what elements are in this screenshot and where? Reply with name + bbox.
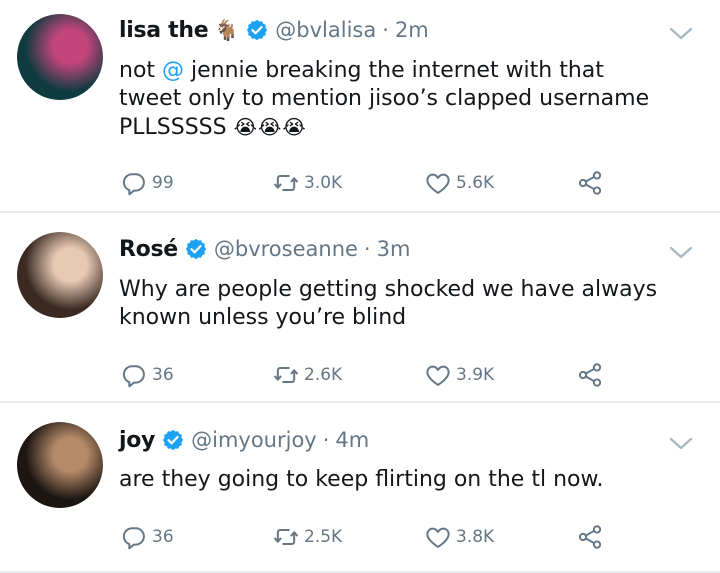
verified-badge-icon: [247, 19, 268, 41]
separator-dot: ·: [382, 18, 389, 42]
user-handle[interactable]: @bvroseanne: [214, 237, 358, 261]
retweet-button[interactable]: 2.6K: [272, 361, 342, 389]
share-icon: [578, 363, 602, 387]
tweet-text: not @ jennie breaking the internet with …: [119, 57, 679, 142]
heart-icon: [426, 173, 450, 194]
tweet-text-line: tweet only to mention jisoo’s clapped us…: [119, 85, 679, 113]
text-segment: are they going to keep flirting on the t…: [119, 467, 604, 492]
tweet-text: Why are people getting shocked we have a…: [119, 276, 679, 332]
chevron-down-icon: [669, 27, 693, 40]
timestamp[interactable]: 3m: [377, 237, 411, 261]
text-segment: Why are people getting shocked we have a…: [119, 277, 658, 302]
timestamp[interactable]: 2m: [395, 18, 429, 42]
retweets-count: 2.6K: [304, 365, 343, 385]
like-button[interactable]: 3.9K: [424, 361, 494, 389]
replies-count: 36: [152, 365, 174, 385]
heart-icon: [426, 365, 450, 386]
retweet-button[interactable]: 2.5K: [272, 523, 342, 551]
tweet-menu-button[interactable]: [668, 434, 694, 454]
display-name[interactable]: Rosé: [119, 237, 178, 262]
reply-icon: [122, 365, 145, 388]
avatar[interactable]: [17, 232, 103, 318]
replies-count: 99: [152, 173, 174, 193]
retweets-count: 3.0K: [304, 173, 343, 193]
likes-count: 5.6K: [456, 173, 495, 193]
tweet-header: lisa the 🐐 @bvlalisa · 2m: [119, 15, 429, 45]
avatar[interactable]: [17, 422, 103, 508]
verified-badge-icon: [162, 429, 184, 451]
display-name[interactable]: lisa the: [119, 18, 209, 43]
share-icon: [578, 525, 602, 549]
user-handle[interactable]: @imyourjoy: [191, 428, 317, 452]
emoji-group: 😭😭😭: [233, 115, 307, 139]
tweet-card[interactable]: joy @imyourjoy · 4m are they going to keep …: [0, 403, 720, 573]
verified-badge-icon: [245, 18, 269, 42]
chevron-down-icon: [669, 246, 693, 259]
timestamp[interactable]: 4m: [335, 428, 369, 452]
retweet-button[interactable]: 3.0K: [272, 169, 342, 197]
user-handle[interactable]: @bvlalisa: [275, 18, 376, 42]
reply-icon: [122, 527, 145, 550]
separator-dot: ·: [322, 428, 330, 452]
tweet-text-line: are they going to keep flirting on the t…: [119, 466, 679, 494]
tweet-card[interactable]: lisa the 🐐 @bvlalisa · 2m not @ jennie break…: [0, 0, 720, 213]
text-segment: jennie breaking the internet with that: [184, 58, 604, 83]
share-button[interactable]: [576, 169, 604, 197]
display-name[interactable]: joy: [119, 428, 155, 453]
like-button[interactable]: 5.6K: [424, 169, 494, 197]
mention-link[interactable]: @: [162, 58, 184, 83]
retweet-icon: [273, 529, 299, 545]
heart-icon: [426, 527, 450, 548]
tweet-header: Rosé @bvroseanne · 3m: [119, 234, 410, 264]
tweet-menu-button[interactable]: [668, 243, 694, 263]
like-button[interactable]: 3.8K: [424, 523, 494, 551]
tweet-text-line: Why are people getting shocked we have a…: [119, 276, 679, 304]
reply-button[interactable]: 36: [120, 361, 174, 389]
share-button[interactable]: [576, 361, 604, 389]
likes-count: 3.9K: [456, 365, 495, 385]
text-segment: not: [119, 58, 163, 83]
likes-count: 3.8K: [456, 527, 495, 547]
tweet-menu-button[interactable]: [668, 24, 694, 44]
avatar[interactable]: [17, 14, 103, 100]
retweets-count: 2.5K: [304, 527, 343, 547]
tweet-card[interactable]: Rosé @bvroseanne · 3m Why are people gettin…: [0, 213, 720, 403]
reply-button[interactable]: 99: [120, 169, 174, 197]
retweet-icon: [273, 367, 299, 383]
retweet-icon: [273, 175, 299, 191]
text-segment: known unless you’re blind: [119, 305, 407, 330]
separator-dot: ·: [363, 237, 371, 261]
text-segment: tweet only to mention jisoo’s clapped us…: [119, 86, 650, 111]
text-segment: PLLSSSSS: [119, 115, 234, 140]
verified-badge-icon: [161, 428, 185, 452]
reply-button[interactable]: 36: [120, 523, 174, 551]
timeline-feed: lisa the 🐐 @bvlalisa · 2m not @ jennie break…: [0, 0, 720, 573]
replies-count: 36: [152, 527, 174, 547]
tweet-text-line: known unless you’re blind: [119, 304, 679, 332]
chevron-down-icon: [669, 437, 693, 450]
tweet-text: are they going to keep flirting on the t…: [119, 466, 679, 494]
tweet-header: joy @imyourjoy · 4m: [119, 425, 369, 455]
share-button[interactable]: [576, 523, 604, 551]
share-icon: [578, 171, 602, 195]
verified-badge-icon: [184, 237, 208, 261]
tweet-text-line: not @ jennie breaking the internet with …: [119, 57, 679, 85]
tweet-text-line: PLLSSSSS 😭😭😭: [119, 113, 679, 142]
verified-badge-icon: [185, 238, 207, 260]
name-emoji: 🐐: [214, 18, 240, 42]
reply-icon: [122, 173, 145, 196]
